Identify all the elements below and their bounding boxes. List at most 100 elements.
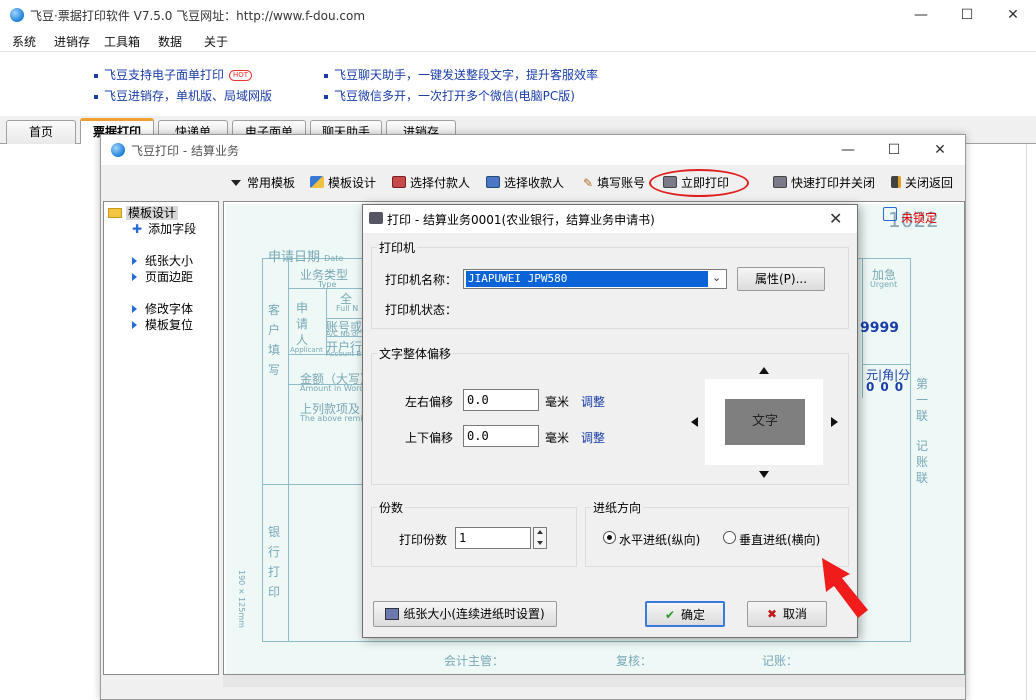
cancel-button[interactable]: ✖ 取消 [747,601,827,627]
account-digits: 9999 [860,320,899,336]
radio-horizontal-feed[interactable] [603,531,616,544]
dialog-close-button[interactable]: ✕ [829,209,842,228]
arrow-right-icon [132,257,137,265]
x-cancel-icon: ✖ [766,607,778,621]
tree-root-template-design[interactable]: 模板设计 [108,204,179,221]
customer-label: 客户填写 [268,303,281,377]
date-label: 申请日期 Date [268,250,344,265]
printer-icon [369,212,383,224]
exit-door-icon [891,176,901,188]
printer-status-label: 打印机状态： [385,303,458,317]
app-title: 飞豆·票据打印软件 V7.5.0 飞豆网址：http://www.f-dou.c… [30,9,366,23]
maximize-button[interactable]: ☐ [944,0,990,30]
plus-icon: ✚ [132,222,143,236]
dropdown-triangle-icon [231,180,241,186]
card-icon [486,176,500,188]
menu-inventory[interactable]: 进销存 [54,33,90,50]
radio-vertical-feed[interactable] [723,531,736,544]
offset-preview: 文字 [705,379,823,465]
child-maximize-button[interactable]: ☐ [871,135,917,165]
chevron-down-icon: ⌄ [712,271,722,284]
adjust-vertical-link[interactable]: 调整 [581,429,605,446]
tab-home[interactable]: 首页 [6,120,76,144]
hot-badge: HOT [229,70,253,81]
template-tree-panel: 模板设计 ✚ 添加字段 纸张大小 页面边距 修改字体 模板复位 [103,201,219,675]
printer-properties-button[interactable]: 属性(P)... [737,267,825,291]
common-template-button[interactable]: 常用模板 [231,174,295,194]
tree-item-reset[interactable]: 模板复位 [132,316,193,333]
bullet-icon [94,73,98,78]
bullet-icon [324,94,328,99]
tree-item-font[interactable]: 修改字体 [132,300,193,317]
app-logo-icon [10,8,24,22]
tree-item-page-margin[interactable]: 页面边距 [132,268,193,285]
quick-print-close-button[interactable]: 快速打印并关闭 [773,174,875,194]
bank-print-label: 银行打印 [268,525,281,599]
child-title: 飞豆打印 - 结算业务 [131,144,239,158]
ad-link-chat[interactable]: 飞豆聊天助手，一键发送整段文字，提升客服效率 [324,66,598,83]
arrow-right-icon[interactable] [831,417,838,427]
minimize-button[interactable]: — [898,0,944,30]
printer-icon [773,176,787,188]
menu-bar: 系统 进销存 工具箱 数据 关于 [0,30,1036,52]
chart-edit-icon [310,176,324,188]
card-icon [392,176,406,188]
paper-size-button[interactable]: 纸张大小(连续进纸时设置) [373,601,557,627]
paper-size-icon [385,608,400,620]
stepper-down-icon[interactable] [537,541,543,545]
print-dialog-title-bar: 打印 - 结算业务0001(农业银行，结算业务申请书) ✕ [363,205,857,233]
menu-system[interactable]: 系统 [12,33,36,50]
lock-toggle-icon[interactable] [883,207,897,221]
ad-area: 飞豆支持电子面单打印 HOT 飞豆进销存，单机版、局域网版 飞豆聊天助手，一键发送… [0,52,1036,116]
horizontal-scrollbar[interactable] [223,675,965,687]
horizontal-offset-input[interactable] [463,389,539,411]
ad-link-wechat[interactable]: 飞豆微信多开，一次打开多个微信(电脑PC版) [324,87,575,104]
arrow-down-icon[interactable] [759,471,769,478]
copies-input[interactable] [455,527,531,549]
applicant-label: 申请人 [296,301,309,347]
ok-button[interactable]: ✔ 确定 [645,601,725,627]
offset-preview-text: 文字 [725,399,805,445]
ad-link-inventory[interactable]: 飞豆进销存，单机版、局域网版 [94,87,272,104]
bullet-icon [94,94,98,99]
vertical-offset-input[interactable] [463,425,539,447]
checkmark-icon: ✔ [664,608,676,622]
fill-account-button[interactable]: ✎ 填写账号 [583,174,645,194]
print-dialog-title: 打印 - 结算业务0001(农业银行，结算业务申请书) [387,213,655,227]
ad-link-waybill[interactable]: 飞豆支持电子面单打印 HOT [94,66,253,83]
select-payee-button[interactable]: 选择收款人 [486,174,564,194]
arrow-left-icon[interactable] [691,417,698,427]
menu-about[interactable]: 关于 [204,33,228,50]
child-close-button[interactable]: ✕ [917,135,963,165]
close-button[interactable]: ✕ [990,0,1036,30]
print-dialog: 打印 - 结算业务0001(农业银行，结算业务申请书) ✕ 打印机 打印机名称：… [362,204,858,638]
annotation-arrow-icon [822,558,868,618]
highlight-circle [649,169,749,197]
arrow-up-icon[interactable] [759,367,769,374]
template-design-button[interactable]: 模板设计 [310,174,376,194]
tree-item-add-field[interactable]: ✚ 添加字段 [132,220,196,237]
stepper-up-icon[interactable] [537,530,543,534]
menu-data[interactable]: 数据 [158,33,182,50]
folder-icon [108,208,122,218]
printer-name-label: 打印机名称： [385,273,458,287]
copies-stepper[interactable] [533,527,547,549]
title-bar: 飞豆·票据打印软件 V7.5.0 飞豆网址：http://www.f-dou.c… [0,0,1036,30]
close-return-button[interactable]: 关闭返回 [891,174,953,194]
child-title-bar: 飞豆打印 - 结算业务 — ☐ ✕ [101,135,965,165]
child-toolbar: 常用模板 模板设计 选择付款人 选择收款人 ✎ 填写账号 立即打印 快速打印并关闭… [101,171,965,197]
tree-item-paper-size[interactable]: 纸张大小 [132,252,193,269]
menu-toolbox[interactable]: 工具箱 [104,33,140,50]
app-logo-icon [111,143,125,157]
bullet-icon [324,73,328,78]
arrow-right-icon [132,273,137,281]
arrow-right-icon [132,305,137,313]
child-minimize-button[interactable]: — [825,135,871,165]
printer-name-select[interactable]: JIAPUWEI JPW580 ⌄ [463,269,727,289]
adjust-horizontal-link[interactable]: 调整 [581,393,605,410]
pencil-icon: ✎ [583,176,594,190]
lock-status: 未锁定 [901,211,938,225]
select-payer-button[interactable]: 选择付款人 [392,174,470,194]
arrow-right-icon [132,321,137,329]
amount-digits: 000 [866,380,910,394]
